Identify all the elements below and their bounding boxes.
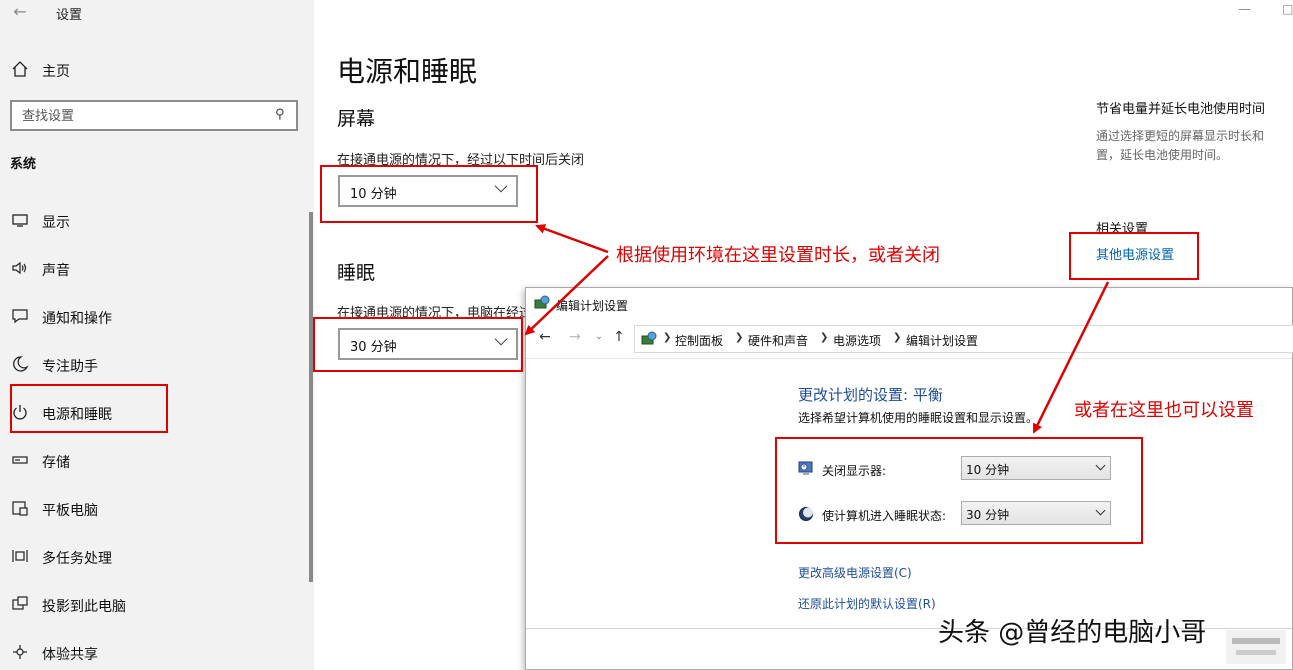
- minimize-icon[interactable]: —: [1238, 2, 1252, 17]
- display-icon: [10, 211, 30, 231]
- screen-heading: 屏幕: [337, 108, 376, 130]
- speaker-icon: [10, 259, 30, 279]
- recent-locations-icon[interactable]: ⌄: [590, 327, 608, 347]
- sidebar-item-label: 专注助手: [42, 359, 98, 375]
- breadcrumb-control-panel[interactable]: 控制面板: [675, 332, 723, 349]
- window-title: 设置: [56, 8, 83, 23]
- chevron-right-icon: ❯: [893, 332, 902, 343]
- highlight-sleep-dropdown: [313, 317, 523, 372]
- cp-navigation-bar: ← → ⌄ ↑ ❯ 控制面板 ❯ 硬件和声音 ❯ 电源选项 ❯ 编辑计划设置: [526, 324, 1293, 354]
- tablet-icon: [10, 499, 30, 519]
- watermark-logo: [1226, 630, 1286, 664]
- highlight-screen-dropdown: [320, 165, 538, 223]
- share-icon: [10, 643, 30, 663]
- sidebar-item-home[interactable]: 主页: [0, 50, 314, 88]
- up-arrow-icon[interactable]: ↑: [610, 327, 628, 347]
- forward-arrow-icon[interactable]: →: [566, 327, 584, 347]
- sidebar-item-label: 多任务处理: [42, 551, 112, 567]
- sidebar-item-notifications[interactable]: 通知和操作: [0, 297, 310, 337]
- multitask-icon: [10, 547, 30, 567]
- tip-title: 节省电量并延长电池使用时间: [1096, 102, 1266, 117]
- sidebar-item-label: 声音: [42, 263, 70, 279]
- cp-window-title: 编辑计划设置: [556, 299, 629, 313]
- cp-titlebar: 编辑计划设置: [526, 288, 1292, 320]
- sidebar-item-shared-experience[interactable]: 体验共享: [0, 633, 310, 670]
- plan-subheading: 选择希望计算机使用的睡眠设置和显示设置。: [798, 411, 1039, 425]
- chevron-right-icon: ❯: [735, 332, 744, 343]
- moon-icon: [10, 355, 30, 375]
- sidebar-item-tablet[interactable]: 平板电脑: [0, 489, 310, 529]
- breadcrumb-hardware-sound[interactable]: 硬件和声音: [748, 332, 808, 349]
- notification-icon: [10, 307, 30, 327]
- sidebar-item-label: 存储: [42, 455, 70, 471]
- highlight-power-sleep-item: [10, 384, 168, 433]
- sidebar-item-multitasking[interactable]: 多任务处理: [0, 537, 310, 577]
- page-title: 电源和睡眠: [337, 55, 478, 88]
- sidebar-item-label: 通知和操作: [42, 311, 112, 327]
- back-arrow-icon[interactable]: ←: [8, 2, 32, 24]
- maximize-icon[interactable]: □: [1282, 2, 1293, 16]
- cp-divider: [526, 358, 1292, 359]
- restore-defaults-link[interactable]: 还原此计划的默认设置(R): [798, 595, 936, 612]
- sidebar-item-label: 显示: [42, 215, 70, 231]
- chevron-right-icon: ❯: [663, 332, 672, 343]
- search-input[interactable]: [22, 106, 262, 126]
- advanced-power-settings-link[interactable]: 更改高级电源设置(C): [798, 564, 912, 581]
- highlight-cp-settings: [775, 437, 1143, 544]
- sidebar-scrollbar[interactable]: [309, 212, 313, 582]
- address-bar[interactable]: ❯ 控制面板 ❯ 硬件和声音 ❯ 电源选项 ❯ 编辑计划设置: [634, 325, 1293, 353]
- annotation-text-first: 根据使用环境在这里设置时长，或者关闭: [616, 245, 940, 266]
- storage-icon: [10, 451, 30, 471]
- tip-text-line-1: 通过选择更短的屏幕显示时长和: [1096, 129, 1265, 143]
- sidebar-item-project[interactable]: 投影到此电脑: [0, 585, 310, 625]
- sidebar-item-storage[interactable]: 存储: [0, 441, 310, 481]
- sidebar-item-display[interactable]: 显示: [0, 201, 310, 241]
- back-arrow-icon[interactable]: ←: [536, 327, 554, 347]
- project-icon: [10, 595, 30, 615]
- sidebar-item-focus-assist[interactable]: 专注助手: [0, 345, 310, 385]
- sidebar-item-label: 体验共享: [42, 647, 98, 663]
- settings-sidebar: ← 设置 主页 ⚲ 系统 显示 声音 通知和操作 专注助手: [0, 0, 314, 670]
- sleep-heading: 睡眠: [337, 262, 376, 284]
- watermark: 头条 @曾经的电脑小哥: [938, 618, 1207, 648]
- sidebar-item-label: 平板电脑: [42, 503, 98, 519]
- home-icon: [10, 60, 30, 80]
- search-settings-box[interactable]: ⚲: [10, 100, 298, 131]
- sidebar-item-label: 主页: [42, 64, 70, 80]
- breadcrumb-edit-plan[interactable]: 编辑计划设置: [906, 332, 978, 349]
- plan-heading: 更改计划的设置: 平衡: [798, 386, 943, 404]
- tip-text-line-2: 置，延长电池使用时间。: [1096, 148, 1229, 162]
- breadcrumb-power-options[interactable]: 电源选项: [833, 332, 881, 349]
- sidebar-item-label: 投影到此电脑: [42, 599, 126, 615]
- control-panel-icon: [641, 331, 657, 347]
- highlight-other-power-link: [1069, 232, 1199, 280]
- sidebar-item-sound[interactable]: 声音: [0, 249, 310, 289]
- chevron-right-icon: ❯: [820, 332, 829, 343]
- power-plan-icon: [534, 295, 550, 311]
- section-label-system: 系统: [10, 157, 37, 172]
- annotation-text-second: 或者在这里也可以设置: [1074, 400, 1254, 421]
- search-icon[interactable]: ⚲: [272, 107, 288, 123]
